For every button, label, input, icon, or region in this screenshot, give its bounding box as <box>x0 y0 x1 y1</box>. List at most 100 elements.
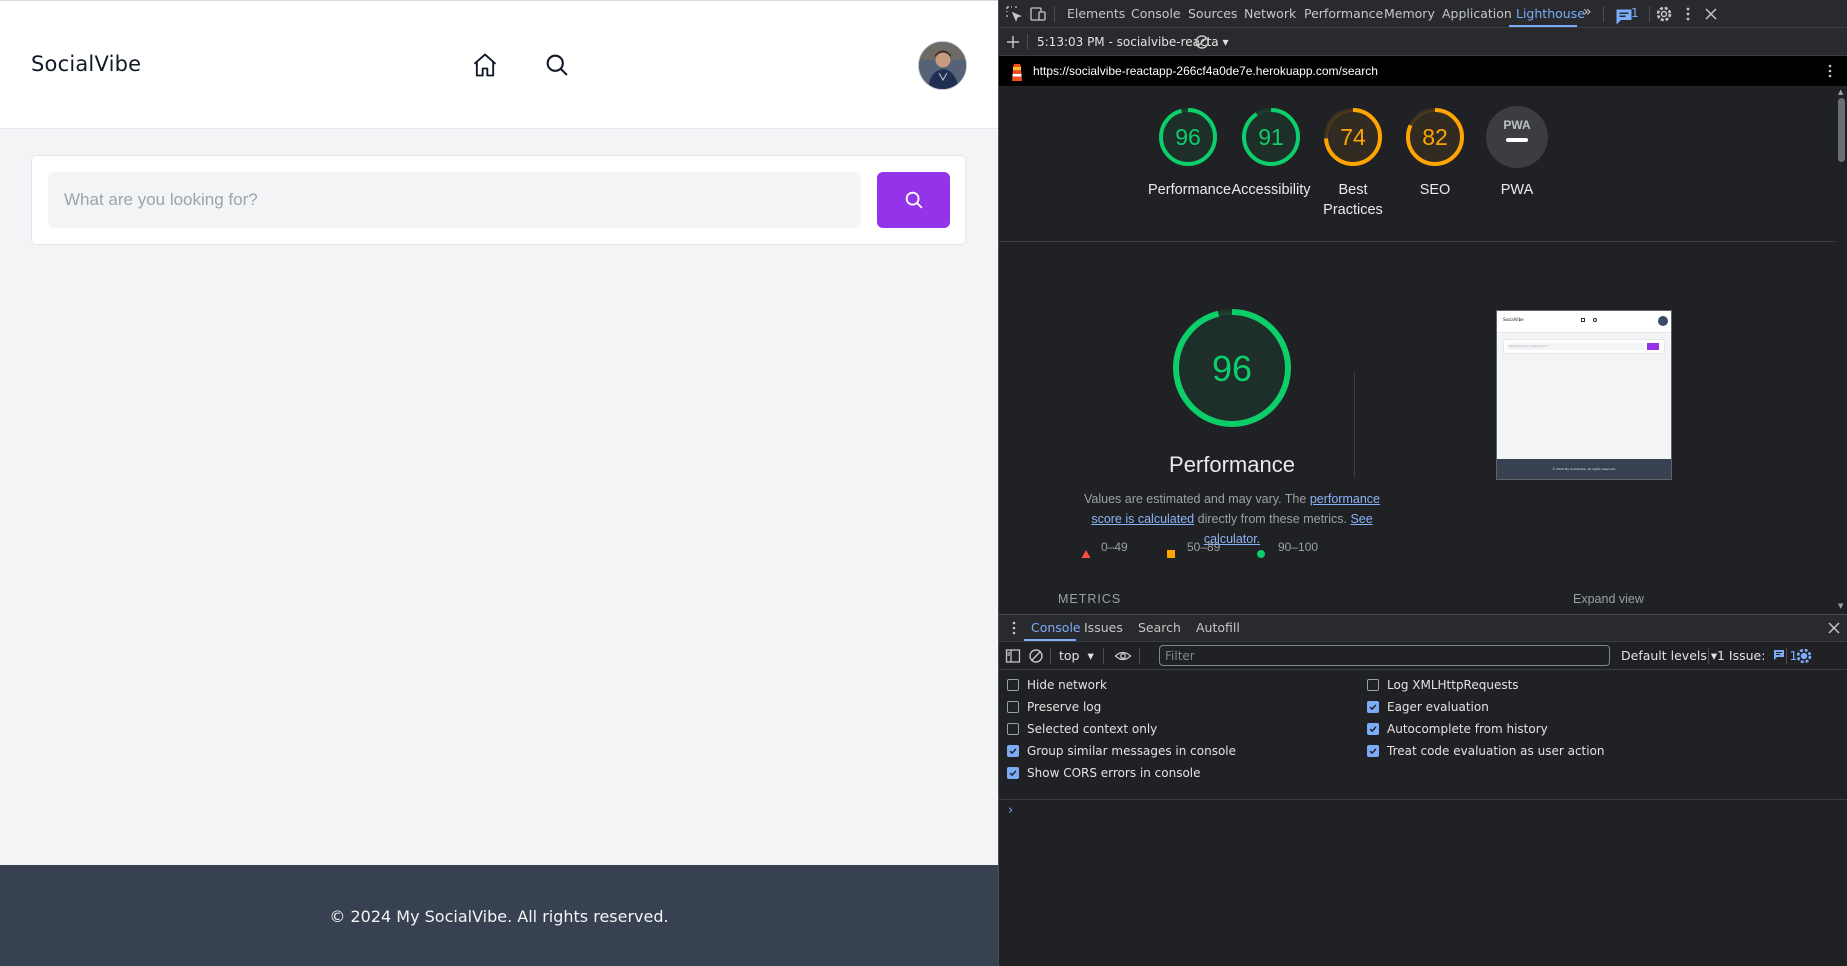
checkbox[interactable] <box>1367 745 1379 757</box>
expand-view-toggle[interactable]: Expand view <box>1573 592 1644 606</box>
console-prompt-area[interactable]: › <box>999 799 1847 966</box>
average-square-icon <box>1166 544 1176 563</box>
thumb-search-card: What are you looking for? <box>1503 339 1665 354</box>
drawer-tab-autofill[interactable]: Autofill <box>1196 620 1240 635</box>
final-screenshot-thumbnail[interactable]: SocialVibe What are you looking for? © 2… <box>1496 310 1672 480</box>
log-levels-dropdown[interactable]: Default levels ▾ <box>1621 648 1717 663</box>
gauge-best-practices[interactable]: 74 Best Practices <box>1313 104 1393 220</box>
log-levels-label: Default levels <box>1621 648 1707 663</box>
checkbox[interactable] <box>1367 701 1379 713</box>
gauge-label: SEO <box>1419 182 1451 198</box>
checkbox[interactable] <box>1007 767 1019 779</box>
more-options-icon[interactable] <box>1679 5 1697 23</box>
drawer-menu-icon[interactable] <box>1005 619 1023 637</box>
webpage-viewport: SocialVibe © 2024 My SocialVib <box>0 0 998 966</box>
scrollbar-thumb[interactable] <box>1838 98 1845 162</box>
close-icon[interactable] <box>1702 5 1720 23</box>
search-submit-button[interactable] <box>877 172 950 228</box>
setting-eager-evaluation[interactable]: Eager evaluation <box>1367 700 1489 714</box>
drawer-tab-console[interactable]: Console <box>1031 620 1081 635</box>
setting-selected-context-only[interactable]: Selected context only <box>1007 722 1157 736</box>
tab-lighthouse[interactable]: Lighthouse <box>1516 6 1585 21</box>
divider <box>1103 648 1104 664</box>
setting-hide-network[interactable]: Hide network <box>1007 678 1107 692</box>
drawer-tab-issues[interactable]: Issues <box>1084 620 1123 635</box>
gauge-score: 91 <box>1258 124 1284 150</box>
lighthouse-report: 96 Performance 91 Accessibility 74 Best … <box>999 86 1847 614</box>
clear-console-icon[interactable] <box>1027 647 1045 665</box>
checkbox[interactable] <box>1007 701 1019 713</box>
more-tabs-icon[interactable]: » <box>1583 4 1592 20</box>
clear-icon[interactable] <box>1193 33 1211 51</box>
tab-sources[interactable]: Sources <box>1188 6 1237 21</box>
audited-url: https://socialvibe-reactapp-266cf4a0de7e… <box>1033 64 1378 78</box>
console-settings-gear-icon[interactable] <box>1795 647 1813 665</box>
tab-performance[interactable]: Performance <box>1304 6 1383 21</box>
gauge-label: Best Practices <box>1323 182 1383 218</box>
checkbox[interactable] <box>1007 679 1019 691</box>
divider <box>1708 648 1709 664</box>
active-tab-indicator <box>1509 25 1577 27</box>
category-title: Performance <box>1169 452 1295 477</box>
issues-label: 1 Issue: <box>1717 648 1766 663</box>
console-settings-pane: Hide network Preserve log Selected conte… <box>999 670 1847 800</box>
description-text: directly from these metrics. <box>1194 512 1351 526</box>
checkbox[interactable] <box>1007 745 1019 757</box>
issues-counter-button[interactable]: 1 <box>1613 6 1647 25</box>
scroll-down-arrow-icon[interactable]: ▼ <box>1838 602 1843 610</box>
avatar[interactable] <box>918 41 967 90</box>
legend-pass-range: 90–100 <box>1278 540 1319 554</box>
checkbox[interactable] <box>1367 723 1379 735</box>
setting-preserve-log[interactable]: Preserve log <box>1007 700 1101 714</box>
context-selector[interactable]: top ▾ <box>1059 648 1094 663</box>
tab-application[interactable]: Application <box>1442 6 1512 21</box>
legend-average-range: 50–89 <box>1187 540 1221 554</box>
console-filter-input[interactable] <box>1159 645 1610 666</box>
tab-network[interactable]: Network <box>1244 6 1296 21</box>
checkbox[interactable] <box>1367 679 1379 691</box>
gauge-pwa[interactable]: PWA PWA <box>1477 104 1557 200</box>
device-toolbar-icon[interactable] <box>1029 5 1047 23</box>
search-icon[interactable] <box>543 51 571 79</box>
divider <box>1139 648 1140 664</box>
eye-icon[interactable] <box>1114 647 1132 665</box>
plus-icon[interactable] <box>1004 33 1022 51</box>
scroll-up-arrow-icon[interactable]: ▲ <box>1838 88 1843 96</box>
gear-icon[interactable] <box>1655 5 1673 23</box>
divider <box>1603 6 1604 22</box>
thumb-home-icon <box>1581 318 1585 322</box>
checkbox[interactable] <box>1007 723 1019 735</box>
gauge-seo[interactable]: 82 SEO <box>1395 104 1475 200</box>
divider <box>1054 6 1055 22</box>
thumb-header: SocialVibe <box>1497 311 1671 333</box>
thumb-avatar <box>1658 316 1668 326</box>
report-scrollbar[interactable]: ▲ ▼ <box>1835 86 1847 614</box>
drawer-tab-search[interactable]: Search <box>1138 620 1181 635</box>
inspect-element-icon[interactable] <box>1005 5 1023 23</box>
home-icon[interactable] <box>471 51 499 79</box>
setting-autocomplete-history[interactable]: Autocomplete from history <box>1367 722 1548 736</box>
setting-treat-as-user-action[interactable]: Treat code evaluation as user action <box>1367 744 1605 758</box>
tab-console[interactable]: Console <box>1131 6 1181 21</box>
setting-show-cors-errors[interactable]: Show CORS errors in console <box>1007 766 1201 780</box>
gauge-label: Performance <box>1148 182 1232 198</box>
gauge-label: Accessibility <box>1231 182 1311 198</box>
site-footer: © 2024 My SocialVibe. All rights reserve… <box>0 865 998 966</box>
gauge-accessibility[interactable]: 91 Accessibility <box>1231 104 1311 200</box>
search-input[interactable] <box>48 172 861 228</box>
gauge-label: PWA <box>1500 182 1534 198</box>
setting-log-xhr[interactable]: Log XMLHttpRequests <box>1367 678 1519 692</box>
close-drawer-icon[interactable] <box>1825 619 1843 637</box>
divider <box>1786 648 1787 664</box>
tab-memory[interactable]: Memory <box>1384 6 1435 21</box>
tab-elements[interactable]: Elements <box>1067 6 1125 21</box>
divider <box>1354 372 1355 478</box>
brand-logo-text[interactable]: SocialVibe <box>31 52 141 76</box>
setting-group-similar[interactable]: Group similar messages in console <box>1007 744 1236 758</box>
gauge-score: 96 <box>1175 124 1201 150</box>
report-menu-icon[interactable] <box>1828 63 1832 82</box>
gauge-performance[interactable]: 96 Performance <box>1148 104 1232 200</box>
setting-label: Show CORS errors in console <box>1027 766 1201 780</box>
setting-label: Treat code evaluation as user action <box>1387 744 1605 758</box>
sidebar-toggle-icon[interactable] <box>1004 647 1022 665</box>
